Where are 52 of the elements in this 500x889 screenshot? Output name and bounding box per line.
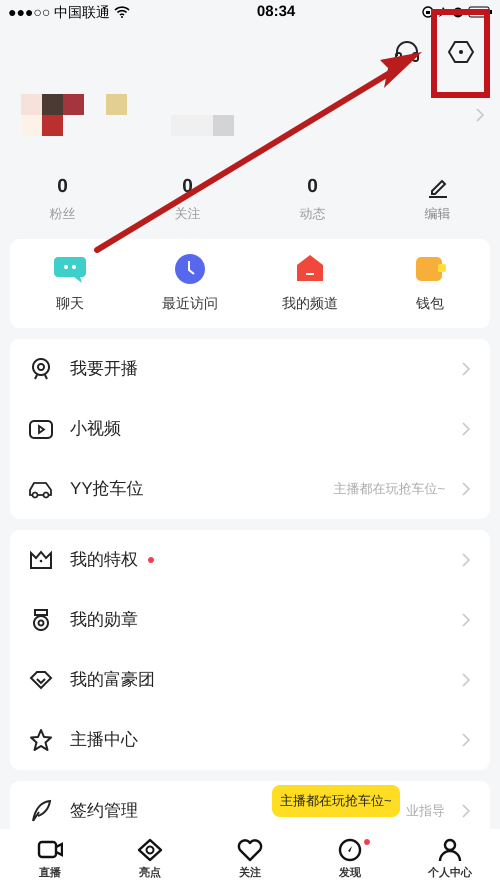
shortcut-label[interactable]: 钱包 bbox=[416, 293, 444, 314]
stat-label: 关注 bbox=[174, 205, 200, 223]
menu-item-label[interactable]: 我要开播 bbox=[70, 356, 138, 382]
chevron-right-icon bbox=[462, 613, 470, 627]
shortcut-label[interactable]: 聊天 bbox=[56, 293, 84, 314]
tab-item[interactable]: 发现 bbox=[300, 837, 400, 889]
status-time: 08:34 bbox=[256, 2, 296, 22]
compass-icon bbox=[337, 837, 363, 863]
menu-item-label[interactable]: 我的特权 bbox=[70, 547, 138, 573]
shortcut-label[interactable]: 我的频道 bbox=[282, 293, 338, 314]
tab-item[interactable]: 关注 bbox=[200, 837, 300, 889]
wifi-icon bbox=[114, 6, 130, 18]
chevron-right-icon bbox=[462, 482, 470, 496]
chevron-right-icon bbox=[462, 804, 470, 818]
chevron-right-icon bbox=[462, 362, 470, 376]
stat-value: 0 bbox=[307, 176, 318, 198]
battery-icon bbox=[468, 6, 492, 18]
chevron-right-icon bbox=[462, 733, 470, 747]
stat-label: 粉丝 bbox=[50, 205, 76, 223]
heart-icon bbox=[237, 837, 263, 863]
shortcut-label[interactable]: 最近访问 bbox=[162, 293, 218, 314]
clock-icon bbox=[174, 253, 206, 285]
chevron-right-icon bbox=[462, 673, 470, 687]
chevron-right-icon bbox=[462, 553, 470, 567]
chevron-right-icon bbox=[476, 108, 484, 122]
feather-icon bbox=[29, 799, 53, 823]
webcam-icon bbox=[29, 357, 53, 381]
settings-icon bbox=[448, 40, 474, 64]
menu-item-label[interactable]: 我的勋章 bbox=[70, 607, 138, 633]
video-play-icon bbox=[29, 417, 53, 441]
chevron-right-icon bbox=[462, 422, 470, 436]
menu-item-label[interactable]: 主播中心 bbox=[70, 727, 138, 753]
stat-value: 0 bbox=[57, 176, 68, 198]
tab-item[interactable]: 个人中心 bbox=[400, 837, 500, 889]
hint-text: 业指导 bbox=[406, 802, 445, 820]
menu-item-label[interactable]: YY抢车位 bbox=[70, 476, 144, 502]
rotation-lock-icon bbox=[422, 6, 434, 18]
menu-item-label[interactable]: 小视频 bbox=[70, 416, 121, 442]
carrier-text: ●●●○○ 中国联通 bbox=[8, 2, 110, 22]
eye-icon bbox=[137, 837, 163, 863]
hint-text: 主播都在玩抢车位~ bbox=[333, 480, 445, 498]
tab-item[interactable]: 亮点 bbox=[100, 837, 200, 889]
tab-item[interactable]: 直播 bbox=[0, 837, 100, 889]
menu-item-label[interactable]: 签约管理 bbox=[70, 798, 138, 824]
stat-value: 0 bbox=[182, 176, 193, 198]
star-icon bbox=[29, 728, 53, 752]
stat-label: 动态 bbox=[300, 205, 326, 223]
person-icon bbox=[437, 837, 463, 863]
menu-item-label[interactable]: 我的富豪团 bbox=[70, 667, 155, 693]
diamond-icon bbox=[29, 668, 53, 692]
tooltip: 主播都在玩抢车位~ bbox=[272, 785, 400, 816]
crown-icon bbox=[29, 548, 53, 572]
